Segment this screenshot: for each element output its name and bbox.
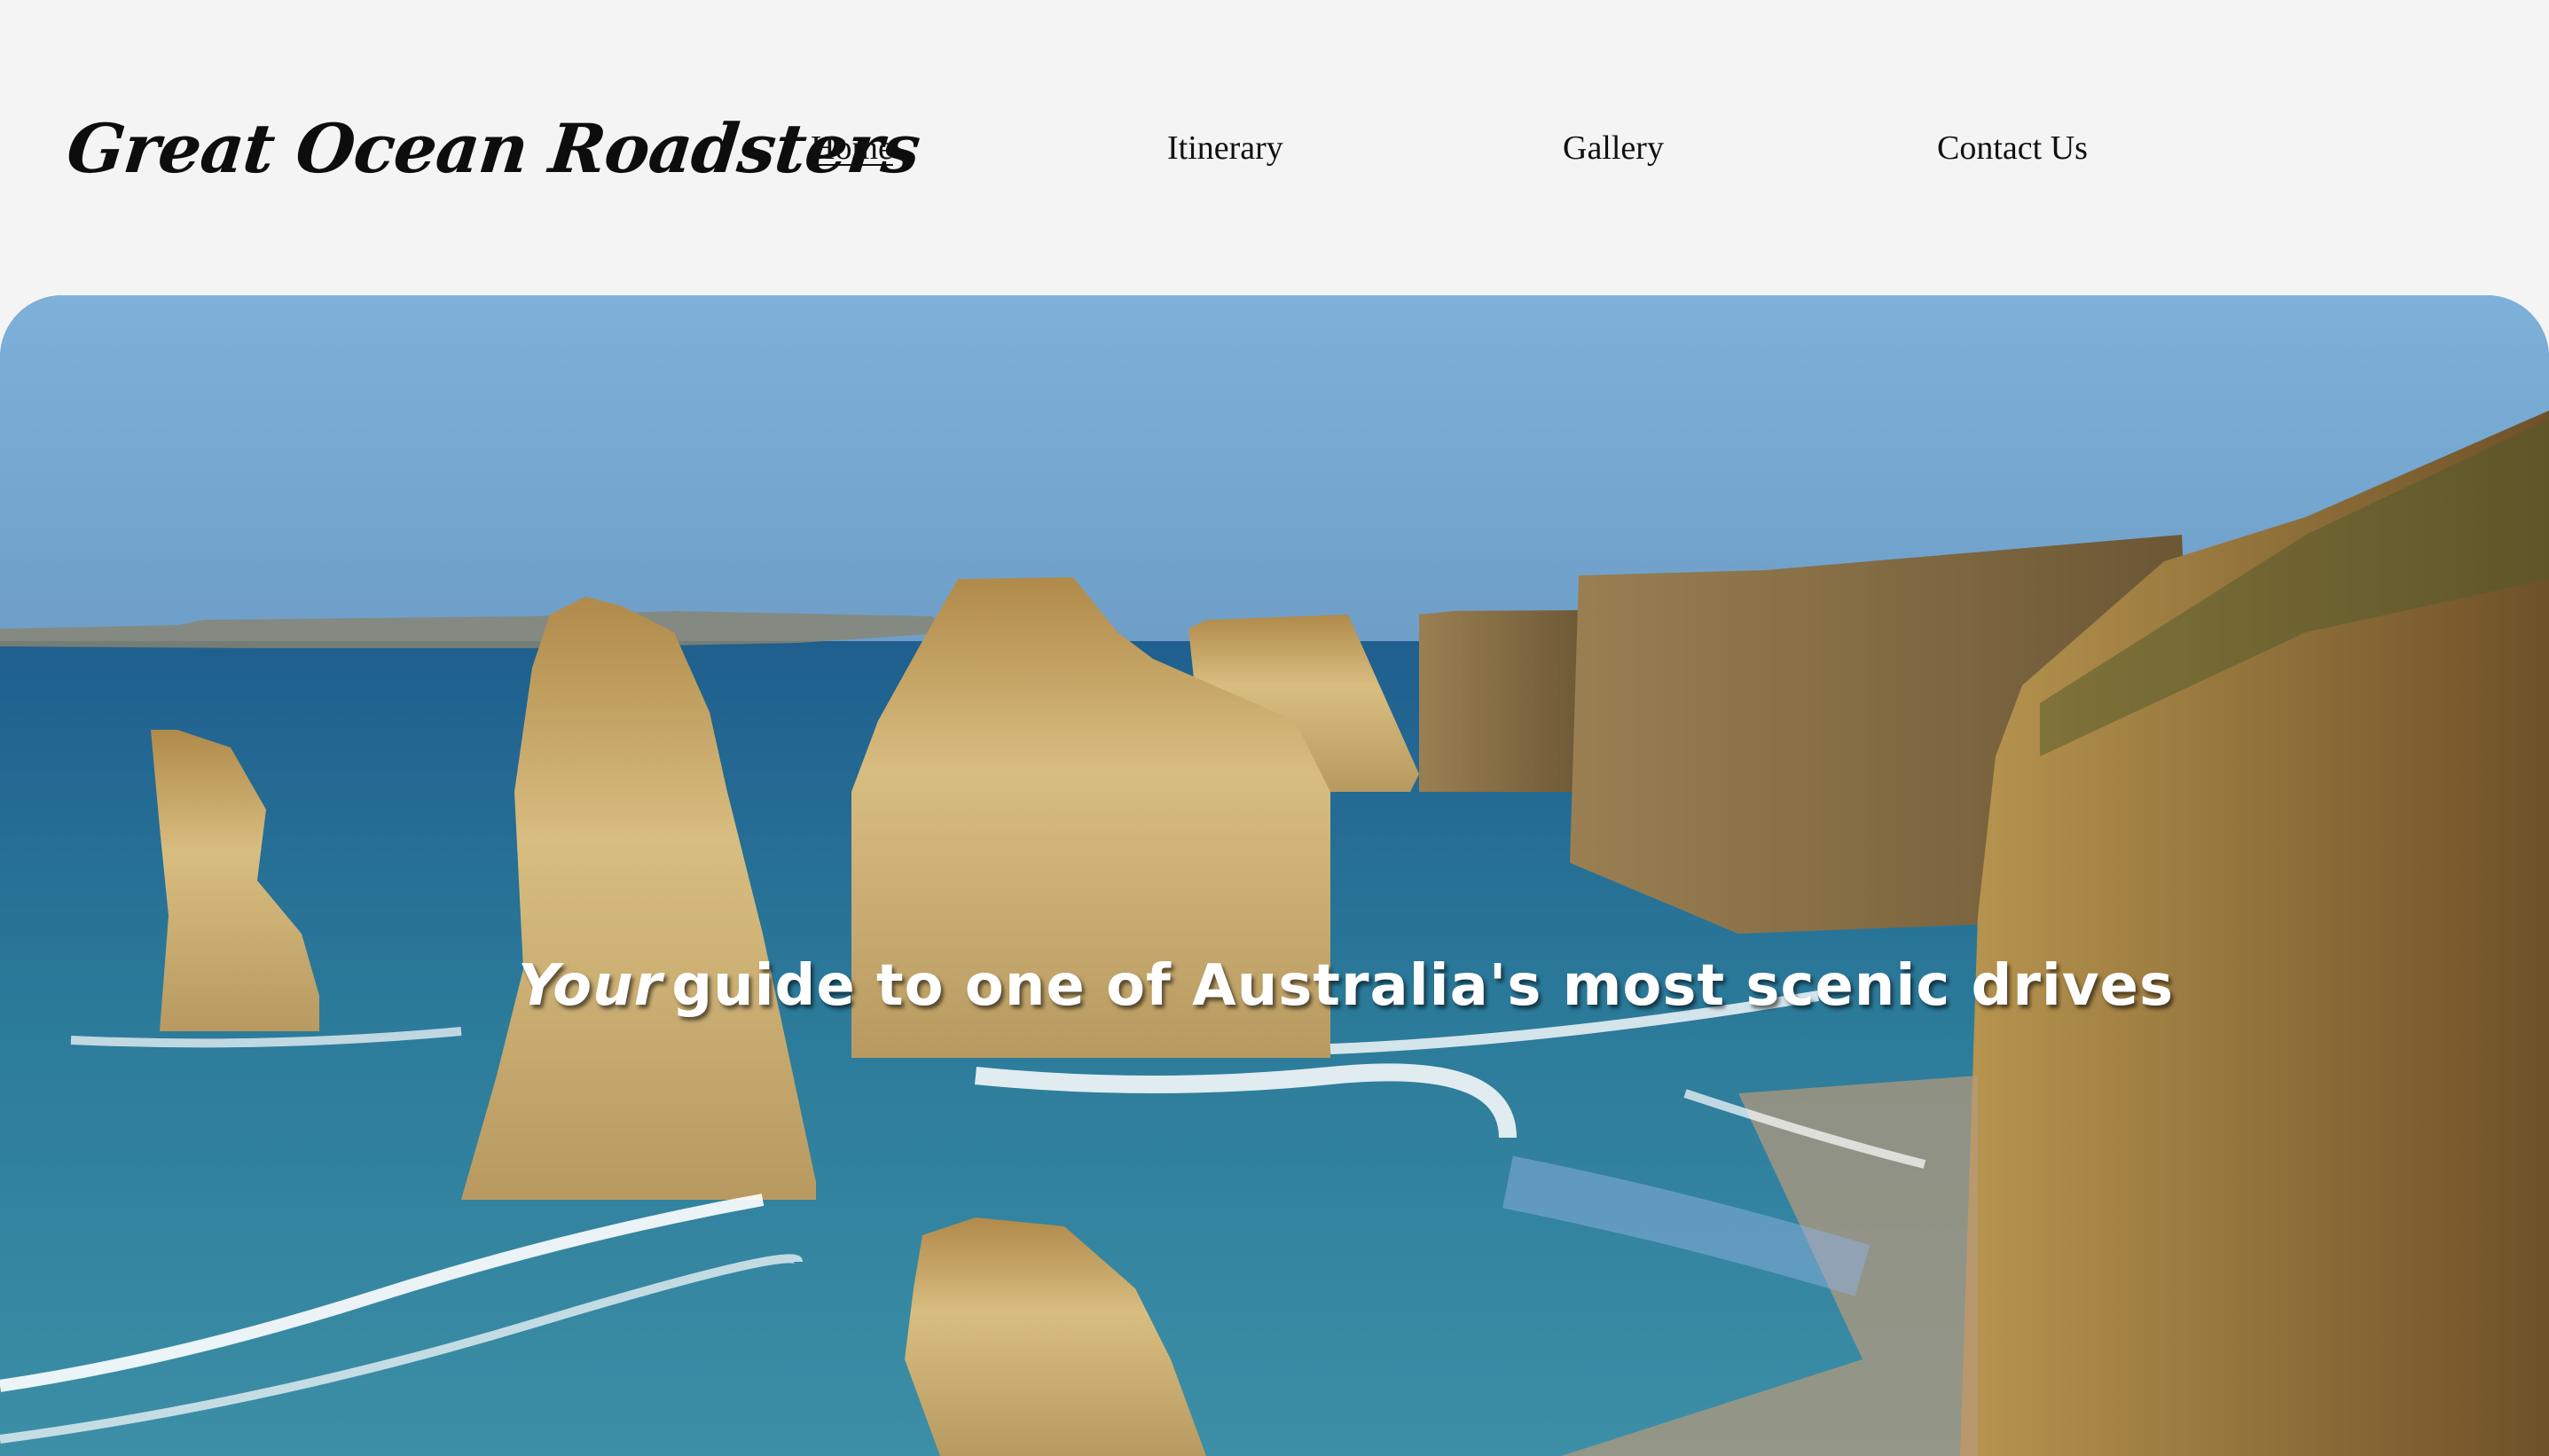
hero-background-image: [0, 295, 2549, 1456]
hero-heading-emphasis: Your: [518, 952, 663, 1019]
hero-heading: Your guide to one of Australia's most sce…: [0, 951, 2173, 1022]
nav-link-itinerary[interactable]: Itinerary: [1167, 124, 1283, 172]
site-header: Great Ocean Roadsters Home Itinerary Gal…: [0, 0, 2549, 295]
site-logo[interactable]: Great Ocean Roadsters: [63, 105, 924, 193]
nav-link-home[interactable]: Home: [811, 124, 893, 172]
nav-link-gallery[interactable]: Gallery: [1563, 124, 1664, 172]
hero-heading-text: guide to one of Australia's most scenic …: [671, 952, 2175, 1019]
hero-section: Your guide to one of Australia's most sce…: [0, 295, 2549, 1456]
nav-link-contact-us[interactable]: Contact Us: [1937, 124, 2088, 172]
